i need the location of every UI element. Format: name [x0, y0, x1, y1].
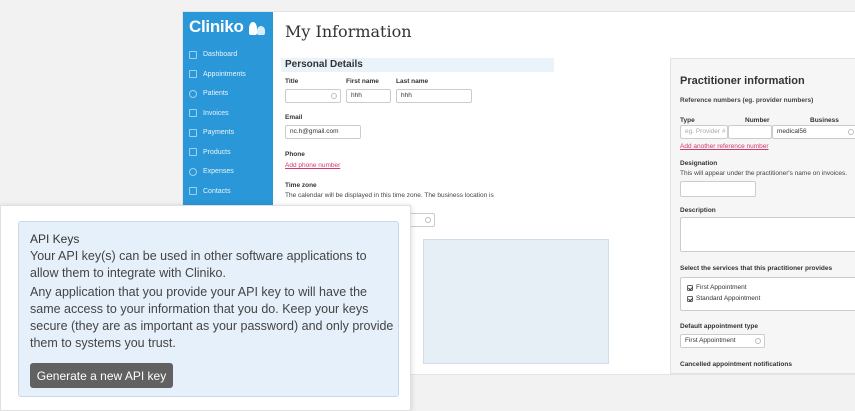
- phone-label: Phone: [285, 151, 305, 158]
- email-label: Email: [285, 114, 303, 121]
- api-keys-panel: API Keys Your API key(s) can be used in …: [18, 221, 399, 397]
- default-type-label: Default appointment type: [680, 323, 759, 330]
- first-name-input[interactable]: hhh: [346, 89, 391, 103]
- number-label: Number: [745, 117, 770, 124]
- brand-name: Cliniko: [189, 17, 244, 36]
- calendar-icon: [189, 70, 197, 79]
- chevron-updown-icon: [848, 129, 854, 135]
- card-icon: [189, 128, 197, 137]
- sidebar-item-payments[interactable]: Payments: [183, 123, 273, 143]
- sidebar-nav: Dashboard Appointments Patients Invoices…: [183, 45, 273, 201]
- api-keys-title: API Keys: [30, 232, 80, 246]
- cancelled-notifications-label: Cancelled appointment notifications: [680, 361, 792, 368]
- api-keys-warning: Any application that you provide your AP…: [30, 285, 394, 350]
- default-type-select[interactable]: First Appointment: [680, 334, 765, 348]
- first-name-label: First name: [346, 78, 379, 85]
- document-icon: [189, 109, 197, 118]
- reference-number-input[interactable]: [728, 125, 772, 139]
- business-label: Business: [810, 117, 839, 124]
- practitioner-panel: Practitioner information Reference numbe…: [670, 58, 855, 374]
- default-type-value: First Appointment: [685, 337, 736, 344]
- logo-icon: [248, 19, 266, 35]
- sidebar-item-invoices[interactable]: Invoices: [183, 104, 273, 124]
- add-phone-link[interactable]: Add phone number: [285, 162, 340, 169]
- email-input[interactable]: nc.h@gmail.com: [285, 125, 361, 139]
- sidebar-item-appointments[interactable]: Appointments: [183, 65, 273, 85]
- designation-label: Designation: [680, 160, 718, 167]
- services-list: First Appointment Standard Appointment: [680, 277, 855, 311]
- title-select[interactable]: [285, 89, 341, 103]
- api-keys-intro: Your API key(s) can be used in other sof…: [30, 249, 367, 280]
- title-label: Title: [285, 78, 299, 85]
- sidebar-item-patients[interactable]: Patients: [183, 84, 273, 104]
- barcode-icon: [189, 148, 197, 157]
- service-checkbox[interactable]: First Appointment: [687, 284, 747, 291]
- designation-input[interactable]: [680, 181, 756, 197]
- add-reference-link[interactable]: Add another reference number: [680, 143, 769, 150]
- description-textarea[interactable]: [680, 217, 855, 252]
- contact-icon: [189, 187, 197, 196]
- page-title: My Information: [285, 22, 412, 41]
- location-panel: [423, 239, 609, 364]
- description-label: Description: [680, 207, 716, 214]
- timezone-help: The calendar will be displayed in this t…: [285, 192, 494, 199]
- chevron-updown-icon: [755, 338, 761, 344]
- designation-help: This will appear under the practitioner'…: [680, 170, 848, 177]
- personal-details-heading: Personal Details: [281, 58, 554, 72]
- service-checkbox[interactable]: Standard Appointment: [687, 295, 760, 302]
- reference-help: Reference numbers (eg. provider numbers): [680, 97, 814, 104]
- chevron-updown-icon: [425, 217, 431, 223]
- people-icon: [189, 89, 197, 98]
- practitioner-heading: Practitioner information: [680, 75, 805, 87]
- grid-icon: [189, 50, 197, 59]
- last-name-input[interactable]: hhh: [396, 89, 472, 103]
- sidebar-item-products[interactable]: Products: [183, 143, 273, 163]
- services-label: Select the services that this practition…: [680, 265, 833, 272]
- logo[interactable]: Cliniko: [183, 12, 273, 42]
- sidebar-item-dashboard[interactable]: Dashboard: [183, 45, 273, 65]
- tag-icon: [189, 167, 197, 176]
- chevron-updown-icon: [331, 93, 337, 99]
- checkbox-checked-icon: [687, 284, 693, 291]
- sidebar-item-contacts[interactable]: Contacts: [183, 182, 273, 202]
- last-name-label: Last name: [396, 78, 429, 85]
- checkbox-checked-icon: [687, 295, 693, 302]
- timezone-label: Time zone: [285, 182, 317, 189]
- generate-api-key-button[interactable]: Generate a new API key: [30, 363, 173, 388]
- sidebar-item-expenses[interactable]: Expenses: [183, 162, 273, 182]
- reference-type-input[interactable]: eg. Provider #: [680, 125, 728, 139]
- business-select-value: medical56: [777, 128, 807, 135]
- business-select[interactable]: medical56: [772, 125, 855, 139]
- type-label: Type: [680, 117, 695, 124]
- api-keys-card: API Keys Your API key(s) can be used in …: [0, 205, 411, 411]
